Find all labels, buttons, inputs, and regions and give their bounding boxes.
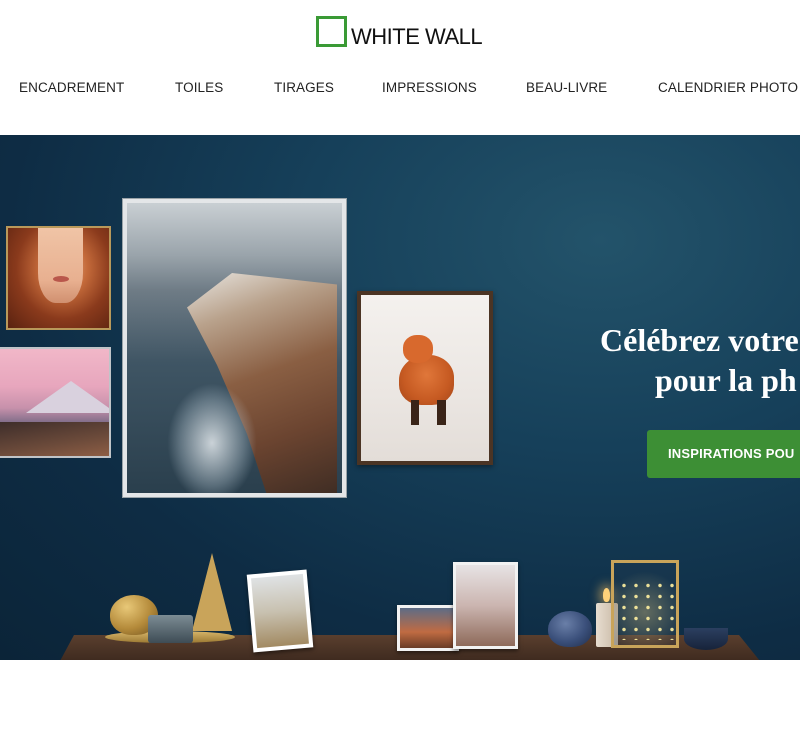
main-nav: ENCADREMENT TOILES TIRAGES IMPRESSIONS B… [0, 80, 800, 100]
logo-square-icon [316, 16, 347, 47]
small-print-field [246, 569, 314, 653]
nav-item-toiles[interactable]: TOILES [175, 80, 223, 95]
brand-name: WHITE WALL [351, 24, 483, 49]
inspirations-cta-button[interactable]: INSPIRATIONS POU [647, 430, 800, 478]
sea-foam [167, 383, 257, 493]
small-print-sunset [397, 605, 459, 651]
fox-body [399, 355, 454, 405]
gold-tree-decoration [192, 553, 232, 631]
artwork-woman-portrait [6, 226, 111, 330]
blue-pinecone-decoration [548, 611, 592, 647]
blue-bowl [684, 628, 728, 650]
artwork-fox-snow [357, 291, 493, 465]
below-hero-area [0, 660, 800, 755]
fox-legs [411, 400, 446, 425]
artwork-coastal-cliffs [123, 199, 346, 497]
nav-item-calendrier-photo[interactable]: CALENDRIER PHOTO [658, 80, 798, 95]
hero-banner: Célébrez votre pour la ph INSPIRATIONS P… [0, 135, 800, 660]
portrait-face [38, 228, 83, 303]
hero-title-line1: Célébrez votre [600, 322, 799, 358]
brand-logo[interactable]: WHITE WALL [316, 15, 483, 49]
hero-title-line2: pour la ph [655, 362, 797, 398]
nav-item-encadrement[interactable]: ENCADREMENT [19, 80, 124, 95]
mountain-peak [26, 381, 109, 413]
small-print-image [251, 573, 309, 649]
portrait-lips [53, 276, 69, 282]
small-print-winter-portrait [453, 562, 518, 649]
fairy-lights [618, 580, 678, 640]
candle-jar [148, 615, 193, 643]
nav-item-tirages[interactable]: TIRAGES [274, 80, 334, 95]
lake-shore [0, 422, 109, 456]
artwork-mountain-sunset [0, 347, 111, 458]
nav-item-impressions[interactable]: IMPRESSIONS [382, 80, 477, 95]
hero-title: Célébrez votre pour la ph [600, 320, 800, 400]
candle-flame [603, 588, 610, 602]
fox-head [403, 335, 433, 363]
nav-item-beau-livre[interactable]: BEAU-LIVRE [526, 80, 607, 95]
site-header: WHITE WALL ENCADREMENT TOILES TIRAGES IM… [0, 0, 800, 135]
